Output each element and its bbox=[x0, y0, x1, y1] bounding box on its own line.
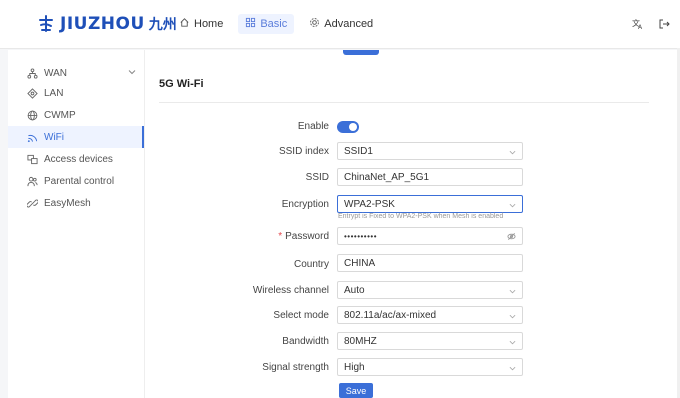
ssid-index-value: SSID1 bbox=[344, 145, 373, 157]
wireless-channel-select[interactable]: Auto bbox=[337, 281, 523, 299]
devices-icon bbox=[26, 153, 38, 165]
select-mode-value: 802.11a/ac/ax-mixed bbox=[344, 309, 437, 321]
main-panel: 5G Wi-Fi Enable SSID index SSID1 SSID Ch… bbox=[145, 50, 680, 398]
bandwidth-value: 80MHZ bbox=[344, 335, 377, 347]
nav-advanced[interactable]: Advanced bbox=[302, 14, 380, 34]
sidebar-item-label: WiFi bbox=[44, 131, 64, 143]
encryption-value: WPA2-PSK bbox=[344, 198, 395, 210]
signal-strength-label: Signal strength bbox=[262, 362, 329, 373]
eye-hidden-icon[interactable] bbox=[507, 232, 516, 241]
save-button[interactable]: Save bbox=[339, 383, 373, 398]
translate-icon[interactable]: 文A bbox=[632, 17, 644, 35]
sidebar-item-easymesh[interactable]: EasyMesh bbox=[8, 192, 144, 214]
select-mode-label: Select mode bbox=[273, 310, 329, 321]
sidebar-item-access-devices[interactable]: Access devices bbox=[8, 148, 144, 170]
grid-icon bbox=[245, 17, 256, 31]
sidebar-item-label: LAN bbox=[44, 87, 64, 99]
nav-basic-label: Basic bbox=[260, 18, 288, 30]
signal-strength-value: High bbox=[344, 361, 365, 373]
ssid-value: ChinaNet_AP_5G1 bbox=[344, 171, 430, 183]
sidebar-item-label: Parental control bbox=[44, 175, 115, 187]
top-icons: 文A bbox=[632, 17, 670, 35]
wireless-channel-label: Wireless channel bbox=[252, 285, 329, 296]
sidebar-item-label: WAN bbox=[44, 67, 67, 79]
bandwidth-label: Bandwidth bbox=[282, 336, 329, 347]
sidebar-item-label: CWMP bbox=[44, 109, 76, 121]
password-label: * Password bbox=[278, 231, 329, 242]
gear-icon bbox=[309, 17, 320, 31]
encryption-select[interactable]: WPA2-PSK bbox=[337, 195, 523, 213]
sidebar-item-parental-control[interactable]: Parental control bbox=[8, 170, 144, 192]
main-nav: Home Basic Advanced bbox=[172, 14, 380, 34]
chevron-down-icon bbox=[509, 287, 516, 294]
nav-home[interactable]: Home bbox=[172, 14, 230, 34]
lan-icon bbox=[26, 87, 38, 99]
brand-name: JIUZHOU bbox=[60, 14, 145, 34]
sidebar-item-lan[interactable]: LAN bbox=[8, 82, 144, 104]
country-input[interactable]: CHINA bbox=[337, 254, 523, 272]
encryption-hint: Entrypt is Fixed to WPA2-PSK when Mesh i… bbox=[338, 213, 504, 220]
brand-mark-icon bbox=[36, 14, 56, 34]
network-icon bbox=[26, 67, 38, 79]
ssid-index-select[interactable]: SSID1 bbox=[337, 142, 523, 160]
users-icon bbox=[26, 175, 38, 187]
password-label-text: Password bbox=[285, 231, 329, 242]
globe-icon bbox=[26, 109, 38, 121]
required-marker: * bbox=[278, 231, 283, 242]
nav-advanced-label: Advanced bbox=[324, 18, 374, 30]
nav-home-label: Home bbox=[194, 18, 224, 30]
wifi-icon bbox=[26, 131, 38, 143]
chevron-down-icon bbox=[509, 338, 516, 345]
country-label: Country bbox=[293, 259, 329, 270]
chevron-down-icon[interactable] bbox=[128, 68, 136, 76]
password-input[interactable]: •••••••••• bbox=[337, 227, 523, 245]
nav-basic[interactable]: Basic bbox=[238, 14, 295, 34]
svg-text:A: A bbox=[638, 24, 643, 30]
encryption-label: Encryption bbox=[281, 199, 329, 210]
password-value: •••••••••• bbox=[344, 231, 378, 241]
sidebar-item-wifi[interactable]: WiFi bbox=[8, 126, 144, 148]
top-bar: JIUZHOU 九州 Home Basic Advanced 文A bbox=[0, 0, 680, 49]
wireless-channel-value: Auto bbox=[344, 284, 365, 296]
enable-label: Enable bbox=[297, 121, 329, 132]
ssid-input[interactable]: ChinaNet_AP_5G1 bbox=[337, 168, 523, 186]
mesh-icon bbox=[26, 197, 38, 209]
signal-strength-select[interactable]: High bbox=[337, 358, 523, 376]
top-partial-button[interactable] bbox=[343, 50, 379, 55]
toggle-knob bbox=[349, 123, 357, 131]
section-divider bbox=[159, 102, 649, 103]
enable-toggle[interactable] bbox=[337, 121, 359, 133]
chevron-down-icon bbox=[509, 201, 516, 208]
logout-icon[interactable] bbox=[658, 17, 670, 35]
country-value: CHINA bbox=[344, 257, 376, 269]
ssid-index-label: SSID index bbox=[278, 146, 329, 157]
chevron-down-icon bbox=[509, 312, 516, 319]
select-mode-select[interactable]: 802.11a/ac/ax-mixed bbox=[337, 306, 523, 324]
sidebar-item-wan[interactable]: WAN bbox=[8, 62, 144, 84]
chevron-down-icon bbox=[509, 364, 516, 371]
sidebar: WAN LAN CWMP WiFi Access devices Parenta… bbox=[8, 50, 145, 398]
sidebar-item-cwmp[interactable]: CWMP bbox=[8, 104, 144, 126]
home-icon bbox=[179, 17, 190, 31]
bandwidth-select[interactable]: 80MHZ bbox=[337, 332, 523, 350]
brand-logo[interactable]: JIUZHOU 九州 bbox=[36, 12, 177, 36]
sidebar-item-label: EasyMesh bbox=[44, 197, 91, 209]
sidebar-item-label: Access devices bbox=[44, 153, 113, 165]
chevron-down-icon bbox=[509, 148, 516, 155]
section-title: 5G Wi-Fi bbox=[159, 78, 204, 90]
ssid-label: SSID bbox=[305, 172, 329, 183]
